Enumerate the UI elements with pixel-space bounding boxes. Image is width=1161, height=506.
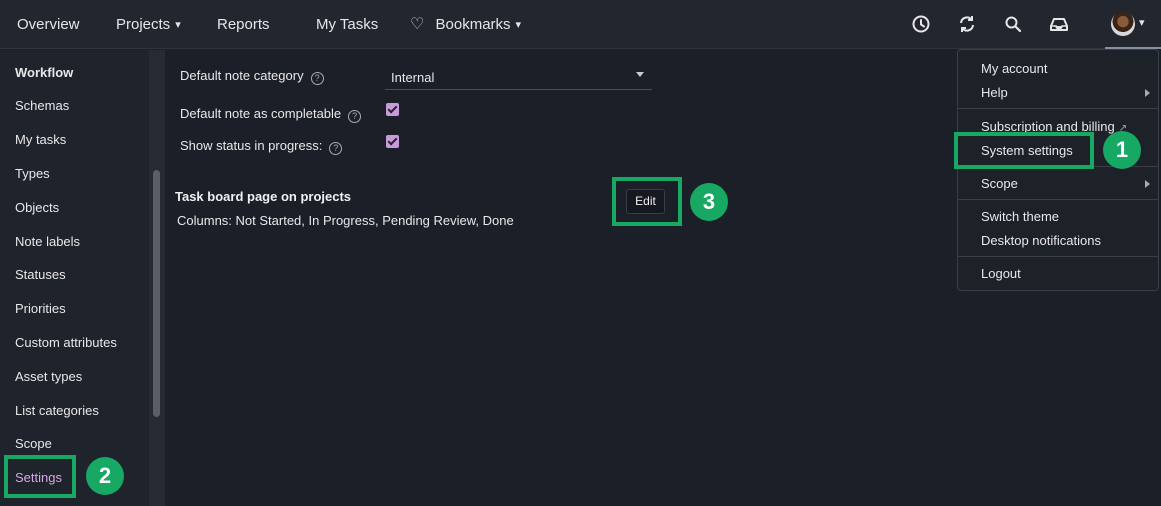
menu-divider	[958, 256, 1158, 257]
sidebar-heading-workflow: Workflow	[15, 65, 74, 80]
menu-item-scope[interactable]: Scope	[981, 176, 1018, 191]
default-note-completable-label: Default note as completable?	[180, 106, 362, 123]
sidebar-item-schemas[interactable]: Schemas	[15, 98, 69, 113]
default-note-category-text: Default note category	[180, 68, 304, 83]
sidebar-scrollbar-thumb[interactable]	[153, 170, 160, 417]
sidebar-item-types[interactable]: Types	[15, 166, 50, 181]
sidebar-item-asset-types[interactable]: Asset types	[15, 369, 82, 384]
show-status-text: Show status in progress:	[180, 138, 323, 153]
chevron-down-icon: ▾	[175, 19, 181, 31]
heart-icon: ♡	[410, 16, 425, 33]
search-icon[interactable]	[1001, 12, 1025, 36]
default-note-category-select[interactable]: Internal	[385, 62, 652, 90]
sidebar-item-list-categories[interactable]: List categories	[15, 403, 99, 418]
nav-bookmarks-label: Bookmarks	[435, 16, 511, 33]
inbox-icon[interactable]	[1047, 12, 1071, 36]
highlight-edit-button	[612, 177, 682, 226]
menu-item-desktop-notifications[interactable]: Desktop notifications	[981, 233, 1101, 248]
menu-item-help[interactable]: Help	[981, 85, 1008, 100]
task-board-columns: Columns: Not Started, In Progress, Pendi…	[177, 213, 514, 228]
nav-projects-label: Projects	[116, 16, 171, 33]
nav-my-tasks[interactable]: My Tasks	[316, 0, 378, 49]
default-note-category-value: Internal	[391, 70, 435, 85]
chevron-down-icon: ▾	[515, 19, 522, 31]
menu-divider	[958, 108, 1158, 109]
user-menu-button[interactable]: ▾	[1105, 0, 1161, 49]
menu-item-switch-theme[interactable]: Switch theme	[981, 209, 1059, 224]
step-badge-3: 3	[690, 183, 728, 221]
dropdown-arrow-icon	[636, 72, 644, 77]
menu-item-my-account[interactable]: My account	[981, 61, 1047, 76]
highlight-settings	[4, 455, 76, 498]
sidebar-item-note-labels[interactable]: Note labels	[15, 234, 80, 249]
task-board-title: Task board page on projects	[175, 189, 352, 204]
avatar	[1111, 12, 1135, 36]
sidebar-item-priorities[interactable]: Priorities	[15, 301, 66, 316]
sync-icon[interactable]	[955, 12, 979, 36]
top-nav-bar: Overview Projects ▾ Reports My Tasks ♡ Bo…	[0, 0, 1161, 49]
default-note-category-label: Default note category?	[180, 68, 324, 85]
clock-icon[interactable]	[909, 12, 933, 36]
sidebar-item-my-tasks[interactable]: My tasks	[15, 132, 66, 147]
nav-projects[interactable]: Projects ▾	[116, 0, 181, 49]
nav-reports[interactable]: Reports	[217, 0, 270, 49]
sidebar-item-custom-attributes[interactable]: Custom attributes	[15, 335, 117, 350]
nav-bookmarks[interactable]: ♡ Bookmarks ▾	[410, 0, 521, 49]
default-note-completable-text: Default note as completable	[180, 106, 342, 121]
sidebar-item-scope[interactable]: Scope	[15, 436, 52, 451]
default-note-completable-checkbox[interactable]	[386, 103, 399, 116]
show-status-label: Show status in progress:?	[180, 138, 343, 155]
sidebar-item-statuses[interactable]: Statuses	[15, 267, 66, 282]
step-badge-1: 1	[1103, 131, 1141, 169]
help-icon[interactable]: ?	[329, 142, 343, 155]
sidebar: Workflow Schemas My tasks Types Objects …	[0, 50, 165, 506]
help-icon[interactable]: ?	[348, 110, 362, 123]
chevron-right-icon	[1145, 180, 1150, 188]
help-icon[interactable]: ?	[310, 72, 324, 85]
sidebar-item-objects[interactable]: Objects	[15, 200, 59, 215]
highlight-system-settings	[954, 132, 1094, 169]
chevron-down-icon: ▾	[1139, 17, 1145, 29]
show-status-checkbox[interactable]	[386, 135, 399, 148]
user-dropdown-menu: My account Help Subscription and billing…	[957, 49, 1159, 291]
nav-overview[interactable]: Overview	[17, 0, 80, 49]
chevron-right-icon	[1145, 89, 1150, 97]
menu-item-logout[interactable]: Logout	[981, 266, 1021, 281]
step-badge-2: 2	[86, 457, 124, 495]
menu-divider	[958, 199, 1158, 200]
